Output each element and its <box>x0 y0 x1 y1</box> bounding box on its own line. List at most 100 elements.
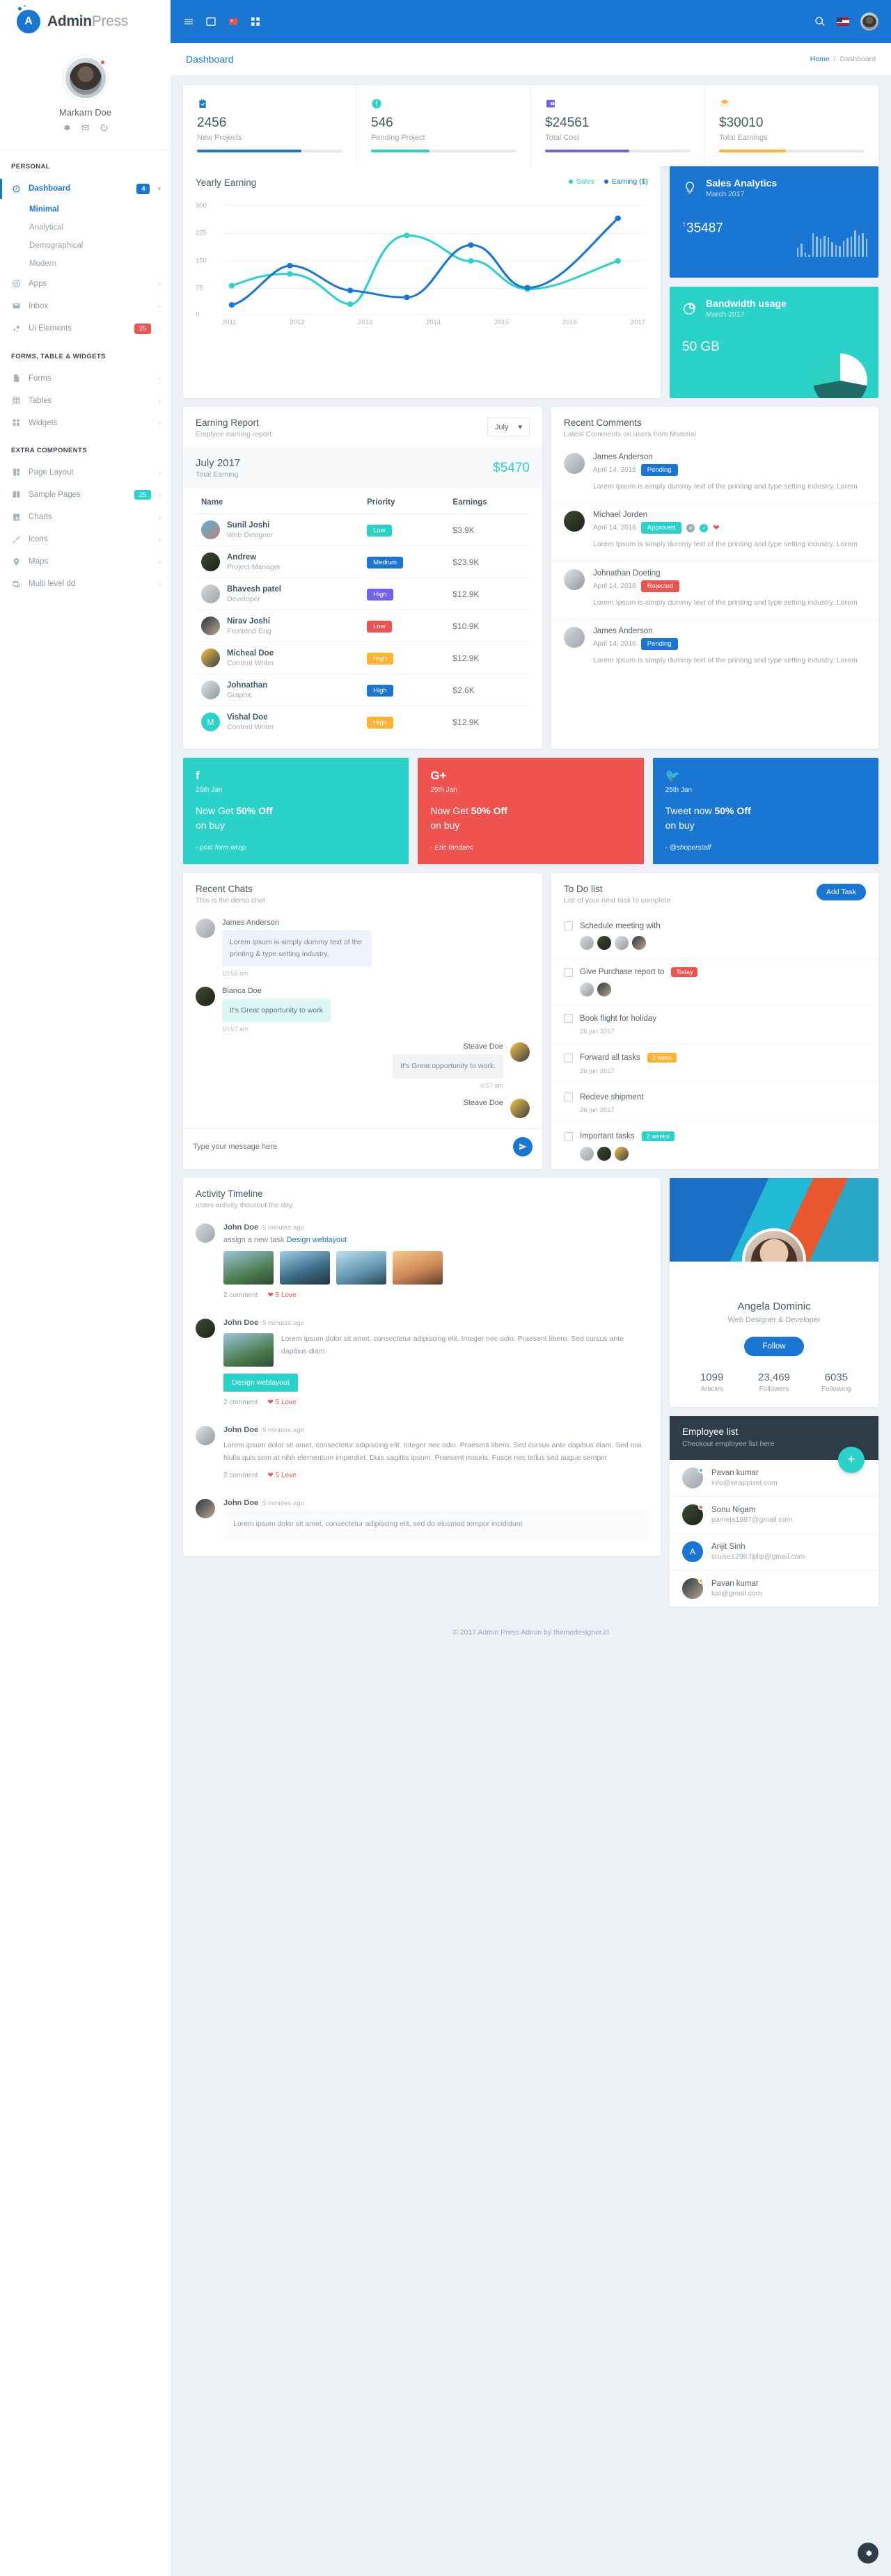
sidebar-subitem-modern[interactable]: Modern <box>0 255 171 273</box>
sidebar-subitem-demographical[interactable]: Demographical <box>0 237 171 255</box>
approve-icon[interactable]: ✓ <box>700 523 709 532</box>
checkbox[interactable] <box>564 921 573 930</box>
legend-label: Sales <box>576 177 595 186</box>
chevron-right-icon: › <box>159 419 161 427</box>
comment-item[interactable]: James Anderson April 14, 2016 Pending Lo… <box>551 445 878 504</box>
employee-email: pamela1987@gmail.com <box>711 1516 793 1524</box>
avatar[interactable] <box>63 56 108 100</box>
legend-item-earning[interactable]: Earning ($) <box>604 177 648 186</box>
avatar <box>196 919 215 938</box>
sidebar-item-maps[interactable]: Maps › <box>0 550 171 573</box>
sidebar-item-label: Page Layout <box>29 468 74 477</box>
love-count[interactable]: ❤ 5 Love <box>267 1472 296 1479</box>
sidebar-item-widgets[interactable]: Widgets › <box>0 412 171 434</box>
legend-item-sales[interactable]: Sales <box>568 177 595 186</box>
employee-row[interactable]: Pavan kumar kat@gmail.com <box>670 1571 878 1607</box>
search-icon[interactable] <box>814 16 826 27</box>
timeline-meta: 2 comment ❤ 5 Love <box>223 1291 648 1299</box>
todo-item[interactable]: Recieve shipment 26 jun 2017 <box>551 1084 878 1123</box>
todo-item[interactable]: Important tasks 2 weeks <box>551 1123 878 1169</box>
sidebar-item-inbox[interactable]: Inbox › <box>0 295 171 317</box>
table-row[interactable]: Andrew Project Manager Medium $23.9K <box>196 546 530 578</box>
sidebar-item-ui-elements[interactable]: Ui Elements 25 › <box>0 317 171 340</box>
sidebar-item-forms[interactable]: Forms › <box>0 367 171 390</box>
timeline-author: John Doe 5 minutes ago <box>223 1319 648 1327</box>
comment-count[interactable]: 2 comment <box>223 1399 258 1406</box>
table-row[interactable]: M Vishal Doe Content Writer High $12.9K <box>196 706 530 738</box>
comment-item[interactable]: Michael Jorden April 14, 2016 Approved ⊘… <box>551 503 878 562</box>
employee-row[interactable]: Sonu Nigam pamela1987@gmail.com <box>670 1497 878 1534</box>
priority-chip: High <box>367 589 393 601</box>
table-row[interactable]: Johnathan Graphic High $2.6K <box>196 674 530 706</box>
employee-name: Bhavesh patel <box>227 585 281 594</box>
chevron-right-icon: › <box>159 468 161 476</box>
checkbox[interactable] <box>564 1131 573 1141</box>
love-count[interactable]: ❤ 5 Love <box>267 1291 296 1299</box>
thumbnail[interactable] <box>280 1251 330 1285</box>
apps-grid-icon[interactable] <box>250 16 261 27</box>
comment-count[interactable]: 2 comment <box>223 1472 258 1479</box>
todo-item[interactable]: Book flight for holiday 26 jun 2017 <box>551 1005 878 1044</box>
brand[interactable]: A AdminPress <box>0 0 171 43</box>
thumbnail[interactable] <box>336 1251 386 1285</box>
progress-bar <box>197 150 342 152</box>
image-icon[interactable] <box>228 16 239 27</box>
todo-item[interactable]: Forward all tasks 2 week 26 jun 2017 <box>551 1044 878 1084</box>
hamburger-icon[interactable] <box>183 16 194 27</box>
promo-card-twitter[interactable]: 🐦 25th Jan Tweet now 50% Off on buy - @sh… <box>652 758 878 864</box>
chat-input[interactable] <box>193 1143 506 1152</box>
comment-item[interactable]: Johnathan Doeting April 14, 2016 Rejecte… <box>551 562 878 619</box>
design-weblayout-button[interactable]: Design weblayout <box>223 1374 298 1392</box>
sidebar-subitem-analytical[interactable]: Analytical <box>0 218 171 237</box>
sidebar-item-charts[interactable]: Charts › <box>0 506 171 528</box>
flag-icon[interactable] <box>837 17 849 26</box>
add-task-button[interactable]: Add Task <box>817 884 866 900</box>
gear-icon[interactable] <box>62 123 71 136</box>
table-row[interactable]: Nirav Joshi Frontend Eng Low $10.9K <box>196 610 530 642</box>
timeline-meta: 2 comment ❤ 5 Love <box>223 1399 648 1406</box>
thumbnail[interactable] <box>393 1251 443 1285</box>
plus-icon[interactable]: + <box>838 1447 865 1473</box>
power-icon[interactable] <box>100 123 109 136</box>
topbar-avatar[interactable] <box>860 13 878 31</box>
heart-icon[interactable]: ❤ <box>713 523 719 532</box>
send-icon[interactable] <box>513 1137 533 1157</box>
comment-text: Lorem Ipsum is simply dummy text of the … <box>593 655 858 665</box>
table-row[interactable]: Bhavesh patel Developer High $12.9K <box>196 578 530 610</box>
comment-item[interactable]: James Anderson April 14, 2016 Pending Lo… <box>551 619 878 676</box>
promo-card-facebook[interactable]: f 25th Jan Now Get 50% Off on buy - post … <box>183 758 409 864</box>
employee-row[interactable]: A Arijit Sinh cruise1298.fiplip@gmail.com <box>670 1534 878 1571</box>
settings-fab[interactable] <box>858 2543 878 2563</box>
checkbox[interactable] <box>564 1092 573 1102</box>
table-row[interactable]: Sunil Joshi Web Designer Low $3.9K <box>196 514 530 546</box>
todo-item[interactable]: Give Purchase report to Today <box>551 959 878 1005</box>
sidebar-item-tables[interactable]: Tables › <box>0 390 171 412</box>
avatar <box>196 986 215 1006</box>
breadcrumb-home[interactable]: Home <box>810 55 830 63</box>
todo-item[interactable]: Schedule meeting with <box>551 913 878 959</box>
todo-badge: 2 weeks <box>641 1131 675 1141</box>
mail-icon[interactable] <box>81 123 90 136</box>
table-row[interactable]: Micheal Doe Content Writer High $12.9K <box>196 642 530 674</box>
checkbox[interactable] <box>564 967 573 977</box>
comment-count[interactable]: 2 comment <box>223 1291 258 1299</box>
thumbnail[interactable] <box>223 1251 274 1285</box>
timeline-link[interactable]: Design weblayout <box>287 1236 347 1244</box>
sidebar-item-apps[interactable]: Apps › <box>0 273 171 295</box>
sidebar-item-dashboard[interactable]: Dashboard 4 ▾ <box>0 177 171 200</box>
chevron-right-icon: › <box>159 325 161 333</box>
promo-card-google-plus[interactable]: G+ 25th Jan Now Get 50% Off on buy - Eric… <box>418 758 644 864</box>
sidebar-item-page-layout[interactable]: Page Layout › <box>0 461 171 484</box>
checkbox[interactable] <box>564 1014 573 1023</box>
follow-button[interactable]: Follow <box>744 1337 804 1356</box>
sidebar-subitem-minimal[interactable]: Minimal <box>0 200 171 218</box>
sidebar-item-sample-pages[interactable]: Sample Pages 25 › <box>0 484 171 507</box>
sidebar-item-icons[interactable]: Icons › <box>0 528 171 550</box>
grid-small-icon[interactable] <box>205 16 216 27</box>
thumbnail[interactable] <box>223 1333 274 1367</box>
checkbox[interactable] <box>564 1053 573 1063</box>
sidebar-item-multi-level-dd[interactable]: Multi level dd › <box>0 573 171 595</box>
love-count[interactable]: ❤ 5 Love <box>267 1399 296 1406</box>
month-select[interactable]: July ▾ <box>487 418 530 436</box>
reject-icon[interactable]: ⊘ <box>686 523 695 532</box>
